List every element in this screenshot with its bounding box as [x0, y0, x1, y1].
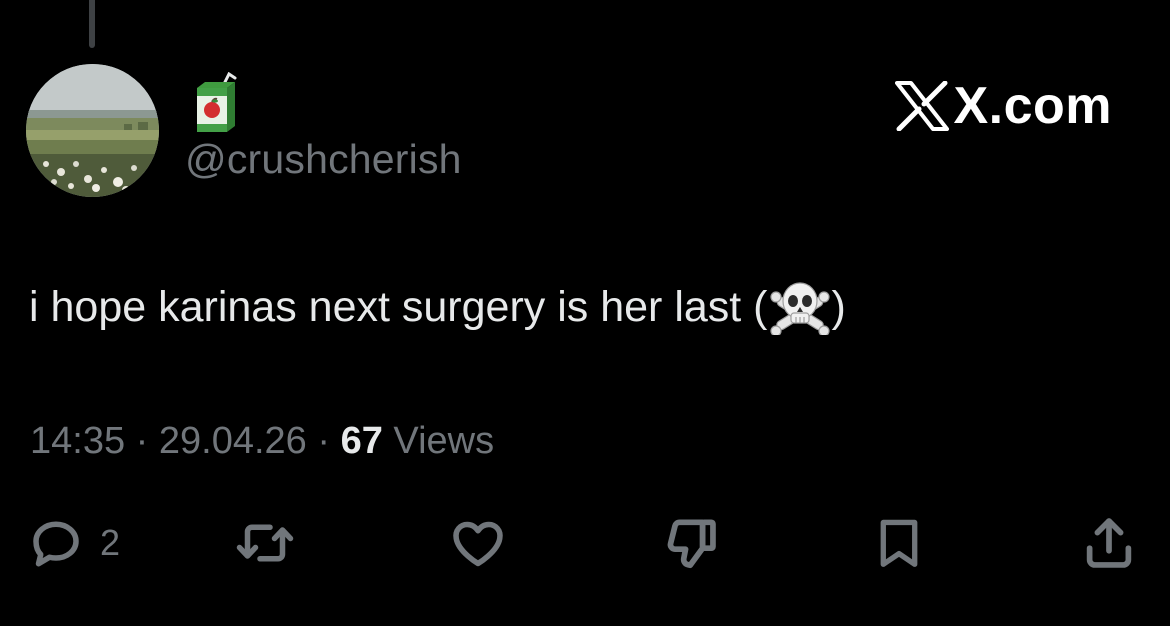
- action-bar: 2: [0, 508, 1170, 578]
- repost-button[interactable]: [232, 508, 298, 578]
- like-button[interactable]: [446, 508, 510, 578]
- skull-and-crossbones-emoji: [769, 282, 830, 335]
- author-handle[interactable]: @crushcherish: [185, 136, 462, 183]
- heart-icon: [453, 521, 503, 567]
- tweet-text-main: i hope karinas next surgery is her last …: [29, 282, 768, 331]
- repost-icon: [236, 524, 294, 562]
- bookmark-icon: [880, 519, 918, 567]
- thread-connector-line: [89, 0, 95, 48]
- post-date[interactable]: 29.04.26: [159, 420, 307, 462]
- x-logo-icon: [895, 81, 950, 131]
- tweet-meta: 14:35 · 29.04.26 · 67 Views: [30, 420, 494, 463]
- meta-separator: ·: [317, 420, 331, 462]
- meta-separator: ·: [135, 420, 149, 462]
- avatar-landscape-image: [26, 64, 159, 197]
- reply-bubble-icon: [33, 521, 79, 567]
- views-label[interactable]: Views: [393, 420, 494, 462]
- brand-text: X.com: [953, 77, 1112, 135]
- share-button[interactable]: [1078, 508, 1140, 578]
- share-icon: [1086, 518, 1132, 568]
- views-count[interactable]: 67: [341, 420, 383, 462]
- tweet-text: i hope karinas next surgery is her last …: [29, 279, 846, 335]
- dislike-button[interactable]: [660, 508, 722, 578]
- x-brand-watermark: X.com: [895, 76, 1112, 136]
- thumbs-down-icon: [667, 519, 716, 569]
- juice-box-emoji: [197, 72, 237, 132]
- post-time[interactable]: 14:35: [30, 420, 125, 462]
- reply-button[interactable]: 2: [26, 508, 120, 578]
- tweet-text-closing: ): [831, 282, 846, 331]
- bookmark-button[interactable]: [870, 508, 928, 578]
- reply-count: 2: [100, 522, 121, 563]
- avatar[interactable]: [26, 64, 159, 197]
